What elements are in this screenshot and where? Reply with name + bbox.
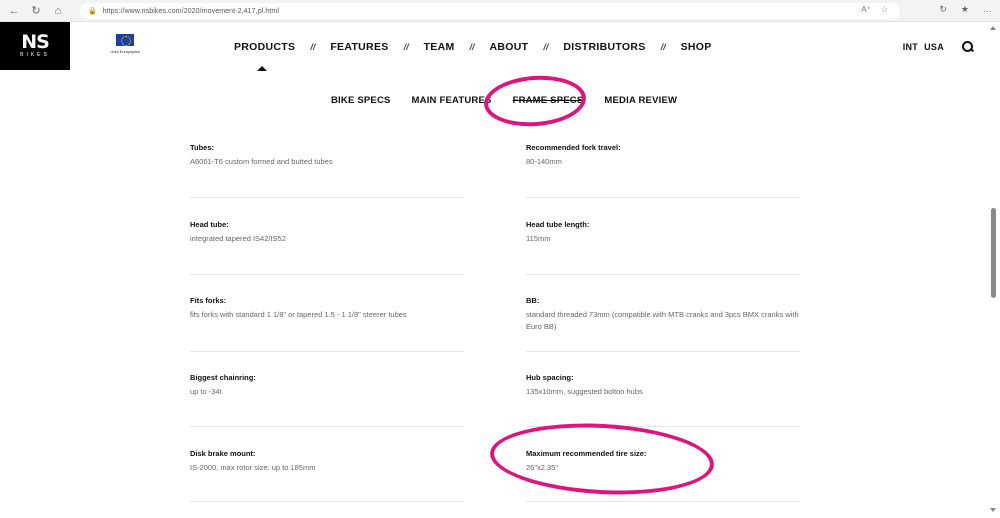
read-aloud-icon[interactable]: A⁺: [861, 5, 871, 14]
spec-value: 135x10mm, suggested bolton hubs: [526, 387, 643, 396]
tab-media-review[interactable]: MEDIA REVIEW: [604, 95, 677, 106]
refresh-extension-icon[interactable]: ↻: [939, 4, 947, 15]
spec-item: Fits forks: fits forks with standard 1 1…: [190, 296, 464, 352]
spec-label: Biggest chainring:: [190, 373, 256, 382]
eu-badge: Unia Europejska: [104, 34, 146, 58]
favorite-star-icon[interactable]: ☆: [881, 5, 888, 14]
spec-label: Tubes:: [190, 143, 215, 152]
back-icon[interactable]: ←: [6, 3, 22, 19]
nav-about[interactable]: ABOUT: [490, 41, 529, 53]
nav-products[interactable]: PRODUCTS: [234, 41, 295, 53]
spec-tabs: BIKE SPECS MAIN FEATURES FRAME SPECS MED…: [331, 95, 698, 106]
lock-icon: 🔒: [88, 8, 97, 15]
spec-value: A6061-T6 custom formed and butted tubes: [190, 157, 333, 166]
region-int[interactable]: INT: [903, 42, 918, 52]
scroll-up-icon[interactable]: [990, 26, 996, 30]
tab-frame-specs[interactable]: FRAME SPECS: [513, 95, 584, 106]
nav-separator: //: [310, 42, 316, 52]
nav-distributors[interactable]: DISTRIBUTORS: [563, 41, 645, 53]
nav-separator: //: [543, 42, 549, 52]
logo-sub-text: BIKES: [20, 52, 50, 58]
scroll-down-icon[interactable]: [990, 508, 996, 512]
search-icon[interactable]: [962, 41, 974, 53]
spec-label: Head tube length:: [526, 220, 590, 229]
spec-value: IS-2000, max rotor size: up to 185mm: [190, 463, 316, 472]
eu-flag-icon: [116, 34, 134, 46]
spec-label: Maximum recommended tire size:: [526, 449, 647, 458]
spec-value: 80-140mm: [526, 157, 562, 166]
address-bar[interactable]: 🔒 https://www.nsbikes.com/2020/movement-…: [80, 3, 900, 19]
favorites-icon[interactable]: ★: [961, 4, 969, 15]
spec-label: Recommended fork travel:: [526, 143, 621, 152]
spec-value: 115mm: [526, 234, 551, 243]
spec-value: fits forks with standard 1 1/8" or taper…: [190, 310, 407, 319]
spec-label: Head tube:: [190, 220, 229, 229]
spec-item: Recommended fork travel: 80-140mm: [526, 143, 800, 198]
spec-label: Hub spacing:: [526, 373, 574, 382]
spec-item: Disk brake mount: IS-2000, max rotor siz…: [190, 449, 464, 502]
spec-value: 26"x2.35": [526, 463, 559, 472]
spec-item: Tubes: A6061-T6 custom formed and butted…: [190, 143, 464, 198]
nav-separator: //: [469, 42, 475, 52]
spec-item: BB: standard threaded 73mm (compatible w…: [526, 296, 800, 352]
page-scrollbar[interactable]: [989, 22, 997, 518]
url-text: https://www.nsbikes.com/2020/movement-2,…: [102, 7, 280, 15]
ns-bikes-logo[interactable]: NS BIKES: [0, 22, 70, 70]
eu-label: Unia Europejska: [110, 49, 140, 54]
logo-main-text: NS: [21, 31, 50, 53]
refresh-icon[interactable]: ↻: [28, 3, 44, 19]
spec-value: standard threaded 73mm (compatible with …: [526, 310, 799, 331]
nav-features[interactable]: FEATURES: [330, 41, 388, 53]
spec-label: BB:: [526, 296, 540, 305]
region-usa[interactable]: USA: [924, 42, 944, 52]
home-icon[interactable]: ⌂: [50, 3, 66, 19]
spec-item: Head tube: integrated tapered IS42/IS52: [190, 220, 464, 275]
header-right: INT USA: [903, 41, 974, 53]
spec-value: integrated tapered IS42/IS52: [190, 234, 286, 243]
nav-team[interactable]: TEAM: [424, 41, 455, 53]
more-menu-icon[interactable]: …: [983, 4, 992, 15]
browser-toolbar: ← ↻ ⌂ 🔒 https://www.nsbikes.com/2020/mov…: [0, 0, 1000, 22]
spec-label: Disk brake mount:: [190, 449, 256, 458]
nav-separator: //: [403, 42, 409, 52]
spec-label: Fits forks:: [190, 296, 227, 305]
main-nav: PRODUCTS // FEATURES // TEAM // ABOUT //…: [234, 41, 712, 53]
site-header: NS BIKES Unia Europejska PRODUCTS // FEA…: [0, 22, 1000, 71]
tab-main-features[interactable]: MAIN FEATURES: [412, 95, 492, 106]
tab-bike-specs[interactable]: BIKE SPECS: [331, 95, 391, 106]
scroll-thumb[interactable]: [991, 208, 996, 298]
spec-value: up to -34t: [190, 387, 222, 396]
nav-separator: //: [660, 42, 666, 52]
spec-item: Hub spacing: 135x10mm, suggested bolton …: [526, 373, 800, 427]
nav-shop[interactable]: SHOP: [681, 41, 712, 53]
spec-item: Biggest chainring: up to -34t: [190, 373, 464, 427]
active-nav-caret-icon: [257, 66, 267, 71]
spec-item: Maximum recommended tire size: 26"x2.35": [526, 449, 800, 502]
spec-item: Head tube length: 115mm: [526, 220, 800, 275]
